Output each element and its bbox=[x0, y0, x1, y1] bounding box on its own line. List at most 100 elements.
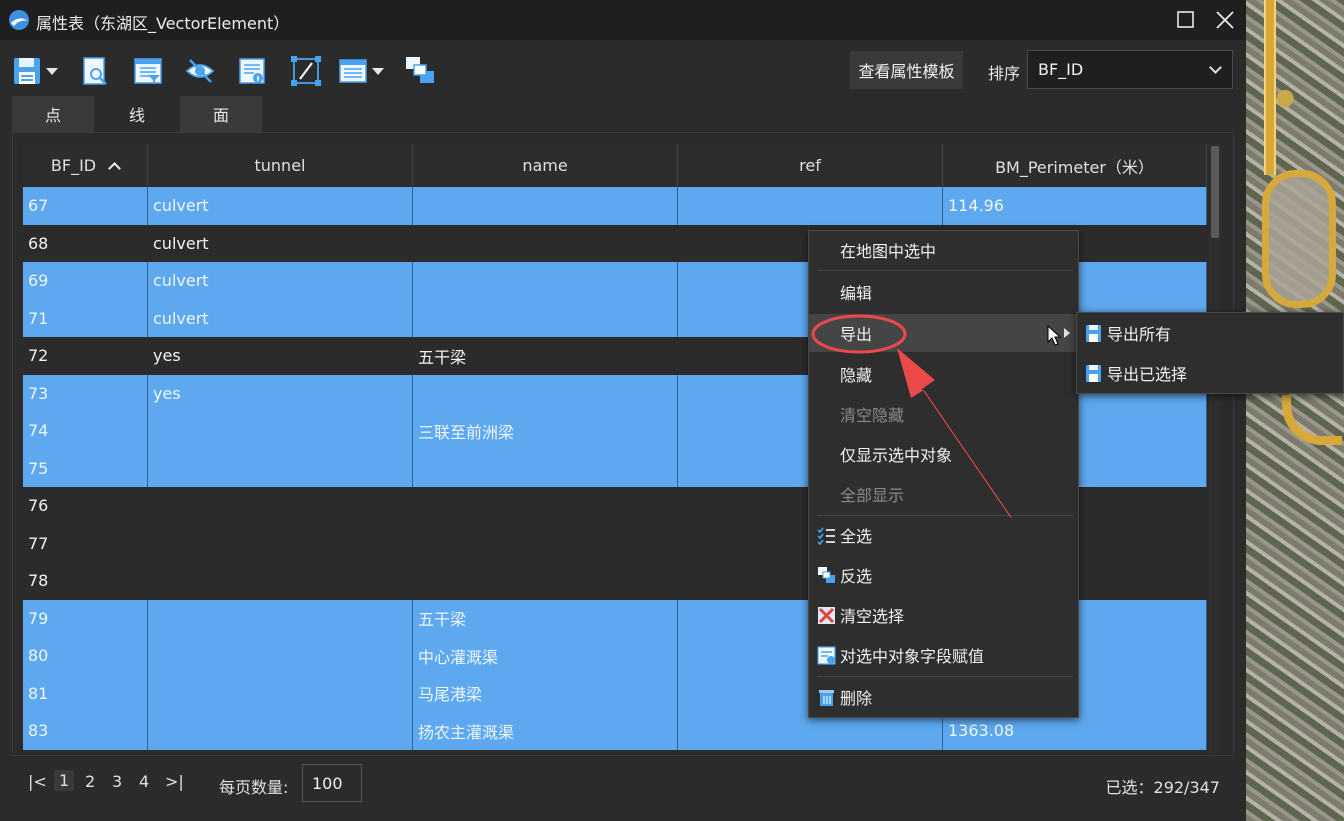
table-cell-name[interactable]: 五干梁 bbox=[413, 337, 678, 375]
menu-item-hide[interactable]: 隐藏 bbox=[809, 355, 1078, 393]
chevron-down-icon[interactable] bbox=[46, 67, 58, 75]
submenu-item-export-all[interactable]: 导出所有 bbox=[1077, 314, 1343, 352]
column-header-name[interactable]: name bbox=[413, 144, 678, 187]
menu-item-delete[interactable]: 删除 bbox=[809, 678, 1078, 716]
attribute-info-icon bbox=[239, 58, 265, 84]
maximize-icon[interactable] bbox=[1176, 10, 1196, 30]
table-cell-id[interactable]: 73 bbox=[23, 374, 148, 412]
menu-item-select-in-map[interactable]: 在地图中选中 bbox=[809, 231, 1078, 269]
last-page-button[interactable]: >| bbox=[165, 772, 184, 791]
table-cell-id[interactable]: 75 bbox=[23, 449, 148, 487]
table-cell-name[interactable] bbox=[413, 299, 678, 337]
menu-item-assign-field-value[interactable]: 对选中对象字段赋值 bbox=[809, 636, 1078, 674]
table-cell-id[interactable]: 72 bbox=[23, 337, 148, 375]
page-4-button[interactable]: 4 bbox=[139, 772, 149, 791]
table-cell-id[interactable]: 76 bbox=[23, 487, 148, 525]
save-button[interactable] bbox=[12, 54, 58, 88]
table-cell-tunnel[interactable]: culvert bbox=[148, 187, 413, 225]
table-cell-tunnel[interactable] bbox=[148, 412, 413, 450]
table-cell-name[interactable]: 三联至前洲梁 bbox=[413, 412, 678, 450]
table-cell-id[interactable]: 81 bbox=[23, 674, 148, 712]
column-header-ref[interactable]: ref bbox=[678, 144, 943, 187]
table-cell-id[interactable]: 71 bbox=[23, 299, 148, 337]
table-cell-tunnel[interactable]: culvert bbox=[148, 262, 413, 300]
preview-button[interactable] bbox=[80, 54, 110, 88]
display-options-button[interactable] bbox=[338, 54, 384, 88]
view-attribute-template-button[interactable]: 查看属性模板 bbox=[850, 51, 963, 89]
close-icon[interactable] bbox=[1214, 9, 1236, 31]
table-cell-tunnel[interactable] bbox=[148, 637, 413, 675]
table-cell-id[interactable]: 79 bbox=[23, 599, 148, 637]
table-cell-name[interactable] bbox=[413, 449, 678, 487]
table-cell-tunnel[interactable] bbox=[148, 712, 413, 750]
edit-field-button[interactable] bbox=[290, 54, 322, 88]
table-cell-name[interactable]: 中心灌溉渠 bbox=[413, 637, 678, 675]
table-cell-name[interactable]: 马尾港梁 bbox=[413, 674, 678, 712]
trash-icon bbox=[819, 690, 834, 706]
per-page-input[interactable]: 100 bbox=[302, 764, 362, 802]
menu-item-show-selected-only[interactable]: 仅显示选中对象 bbox=[809, 435, 1078, 473]
menu-item-select-all[interactable]: 全选 bbox=[809, 516, 1078, 554]
menu-item-export[interactable]: 导出 bbox=[809, 314, 1078, 352]
column-header-perimeter[interactable]: BM_Perimeter（米） bbox=[943, 144, 1207, 187]
first-page-button[interactable]: |< bbox=[28, 772, 47, 791]
menu-item-clear-selection[interactable]: 清空选择 bbox=[809, 596, 1078, 634]
table-cell-name[interactable]: 扬农主灌溉渠 bbox=[413, 712, 678, 750]
table-cell-id[interactable]: 77 bbox=[23, 525, 148, 563]
attribute-info-button[interactable] bbox=[237, 54, 267, 88]
column-header-bf-id[interactable]: BF_ID bbox=[23, 144, 148, 187]
table-cell-id[interactable]: 78 bbox=[23, 562, 148, 600]
table-cell-name[interactable] bbox=[413, 487, 678, 525]
hide-button[interactable] bbox=[185, 54, 215, 88]
menu-item-edit[interactable]: 编辑 bbox=[809, 273, 1078, 311]
table-cell-tunnel[interactable] bbox=[148, 674, 413, 712]
table-cell-tunnel[interactable] bbox=[148, 487, 413, 525]
table-cell-bm-perimeter[interactable]: 114.96 bbox=[943, 187, 1207, 225]
table-cell-tunnel[interactable]: yes bbox=[148, 374, 413, 412]
field-filter-button[interactable] bbox=[133, 54, 163, 88]
table-cell-name[interactable] bbox=[413, 374, 678, 412]
chevron-down-icon[interactable] bbox=[372, 67, 384, 75]
assign-field-icon bbox=[817, 646, 836, 665]
chevron-down-icon bbox=[1209, 61, 1222, 74]
table-cell-id[interactable]: 80 bbox=[23, 637, 148, 675]
per-page-label: 每页数量: bbox=[219, 778, 289, 797]
table-cell-tunnel[interactable]: culvert bbox=[148, 299, 413, 337]
table-cell-id[interactable]: 68 bbox=[23, 225, 148, 263]
satellite-map-background[interactable] bbox=[1246, 0, 1344, 821]
table-cell-tunnel[interactable]: yes bbox=[148, 337, 413, 375]
table-cell-id[interactable]: 74 bbox=[23, 412, 148, 450]
table-cell-id[interactable]: 83 bbox=[23, 712, 148, 750]
invert-selection-icon bbox=[818, 567, 835, 583]
table-cell-tunnel[interactable] bbox=[148, 449, 413, 487]
table-row[interactable]: 67 culvert 114.96 bbox=[23, 187, 1207, 225]
scrollbar-thumb[interactable] bbox=[1211, 146, 1219, 238]
table-cell-tunnel[interactable] bbox=[148, 562, 413, 600]
submenu-item-export-selected[interactable]: 导出已选择 bbox=[1077, 354, 1343, 392]
menu-divider bbox=[817, 676, 1073, 677]
sort-field-select[interactable]: BF_ID bbox=[1027, 50, 1233, 89]
table-cell-name[interactable] bbox=[413, 187, 678, 225]
table-cell-name[interactable]: 五干梁 bbox=[413, 599, 678, 637]
tab-polygon[interactable]: 面 bbox=[180, 96, 262, 132]
select-all-icon bbox=[817, 527, 835, 545]
table-cell-tunnel[interactable]: culvert bbox=[148, 225, 413, 263]
page-3-button[interactable]: 3 bbox=[112, 772, 122, 791]
table-cell-ref[interactable] bbox=[678, 187, 943, 225]
table-cell-name[interactable] bbox=[413, 562, 678, 600]
table-cell-name[interactable] bbox=[413, 262, 678, 300]
tab-line[interactable]: 线 bbox=[96, 96, 178, 132]
menu-item-label: 导出 bbox=[840, 325, 873, 344]
page-2-button[interactable]: 2 bbox=[85, 772, 95, 791]
table-cell-id[interactable]: 67 bbox=[23, 187, 148, 225]
relation-button[interactable] bbox=[404, 54, 436, 88]
menu-item-invert-selection[interactable]: 反选 bbox=[809, 556, 1078, 594]
table-cell-id[interactable]: 69 bbox=[23, 262, 148, 300]
page-1-button[interactable]: 1 bbox=[54, 770, 75, 791]
table-cell-tunnel[interactable] bbox=[148, 599, 413, 637]
table-cell-name[interactable] bbox=[413, 225, 678, 263]
tab-point[interactable]: 点 bbox=[12, 96, 94, 132]
table-cell-tunnel[interactable] bbox=[148, 525, 413, 563]
table-cell-name[interactable] bbox=[413, 525, 678, 563]
column-header-tunnel[interactable]: tunnel bbox=[148, 144, 413, 187]
